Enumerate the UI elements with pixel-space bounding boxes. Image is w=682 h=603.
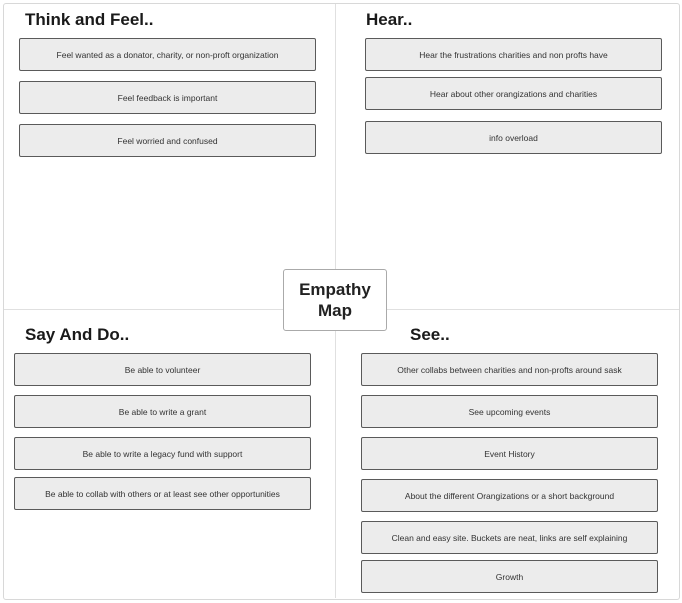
hear-note[interactable]: Hear the frustrations charities and non …	[365, 38, 662, 71]
see-note[interactable]: Clean and easy site. Buckets are neat, l…	[361, 521, 658, 554]
say-do-note[interactable]: Be able to collab with others or at leas…	[14, 477, 311, 510]
see-note[interactable]: Event History	[361, 437, 658, 470]
think-feel-title: Think and Feel..	[25, 10, 154, 29]
center-label-line2: Map	[318, 301, 352, 320]
see-note[interactable]: About the different Orangizations or a s…	[361, 479, 658, 512]
think-feel-note[interactable]: Feel wanted as a donator, charity, or no…	[19, 38, 316, 71]
see-note[interactable]: Growth	[361, 560, 658, 593]
say-do-note[interactable]: Be able to write a grant	[14, 395, 311, 428]
think-feel-note[interactable]: Feel feedback is important	[19, 81, 316, 114]
empathy-map-center-label: Empathy Map	[283, 269, 387, 331]
hear-note[interactable]: info overload	[365, 121, 662, 154]
center-label-line1: Empathy	[299, 280, 371, 299]
say-do-note[interactable]: Be able to volunteer	[14, 353, 311, 386]
see-note[interactable]: See upcoming events	[361, 395, 658, 428]
say-do-note[interactable]: Be able to write a legacy fund with supp…	[14, 437, 311, 470]
say-do-title: Say And Do..	[25, 325, 130, 344]
see-note[interactable]: Other collabs between charities and non-…	[361, 353, 658, 386]
hear-note[interactable]: Hear about other orangizations and chari…	[365, 77, 662, 110]
hear-title: Hear..	[366, 10, 413, 29]
think-feel-note[interactable]: Feel worried and confused	[19, 124, 316, 157]
see-title: See..	[410, 325, 450, 344]
